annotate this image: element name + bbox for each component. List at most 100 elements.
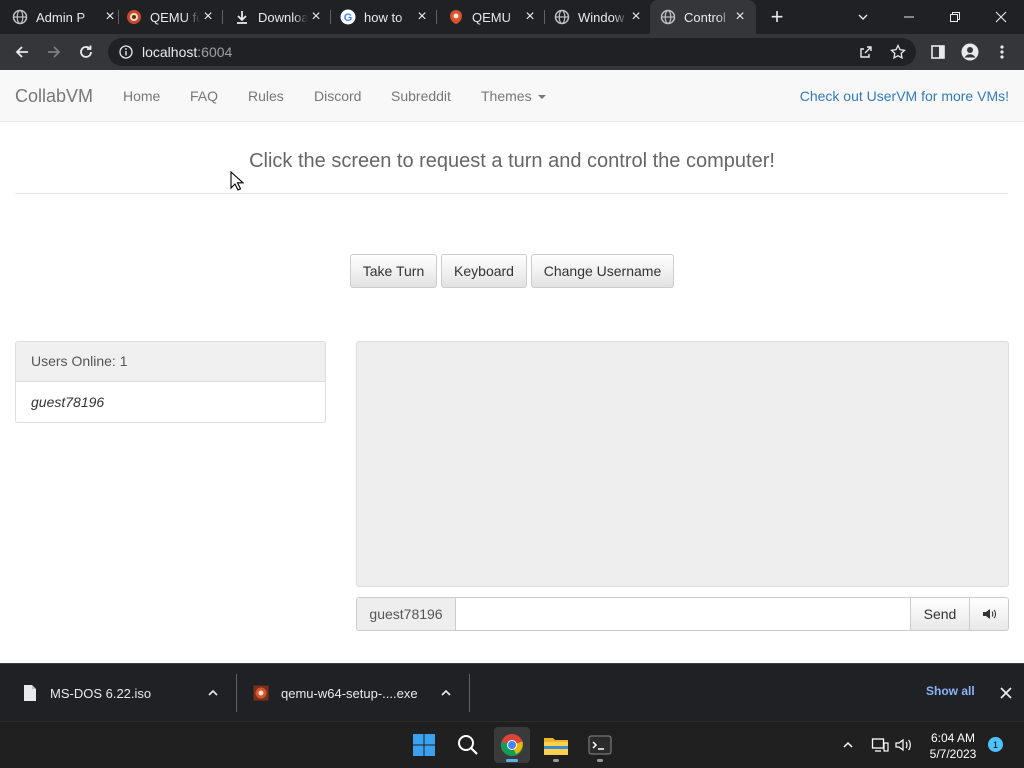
nav-home[interactable]: Home [123,88,160,104]
reload-button[interactable] [72,38,100,66]
qemu-icon [448,9,464,25]
tab-qemu-for[interactable]: QEMU fo × [126,0,216,34]
volume-icon [983,609,996,619]
close-tab-icon[interactable]: × [200,9,216,25]
profile-button[interactable] [956,38,984,66]
close-tab-icon[interactable]: × [102,9,118,25]
tab-separator [544,10,545,24]
vm-screen[interactable] [356,341,1009,587]
volume-button[interactable] [970,597,1009,631]
tab-separator [118,10,119,24]
windows-taskbar: 6:04 AM 5/7/2023 1 [0,721,1024,768]
caret-down-icon [537,95,546,100]
mouse-cursor-icon [230,171,244,191]
tab-separator [330,10,331,24]
close-tab-icon[interactable]: × [522,9,538,25]
change-username-button[interactable]: Change Username [531,254,674,288]
tab-title: QEMU fo [150,9,200,25]
file-explorer-button[interactable] [538,727,574,763]
forward-button[interactable] [40,38,68,66]
download-item-qemu[interactable]: qemu-w64-setup-....exe [253,664,469,722]
volume-icon[interactable] [894,735,914,755]
close-tab-icon[interactable]: × [414,9,430,25]
url-text: localhost:6004 [142,44,232,60]
search-button[interactable] [450,727,486,763]
menu-button[interactable] [988,38,1016,66]
tab-search-button[interactable] [840,0,886,34]
chevron-down-icon [858,14,868,20]
chrome-taskbar-button[interactable] [494,727,530,763]
close-icon [995,11,1007,23]
tab-separator [222,10,223,24]
nav-themes-dropdown[interactable]: Themes [481,88,546,104]
show-all-link[interactable]: Show all [926,684,975,698]
folder-icon [544,738,568,755]
browser-toolbar: localhost:6004 [0,34,1024,70]
notification-badge[interactable]: 1 [988,737,1003,752]
tab-title: Window [578,9,625,25]
uservm-link[interactable]: Check out UserVM for more VMs! [800,88,1009,104]
info-icon[interactable] [118,44,134,60]
nav-faq[interactable]: FAQ [190,88,218,104]
downloads-shelf: MS-DOS 6.22.iso qemu-w64-setup-....exe S… [0,663,1024,721]
close-shelf-icon[interactable] [998,685,1014,701]
start-button[interactable] [406,727,442,763]
user-list-item: guest78196 [31,394,105,410]
nav-subreddit[interactable]: Subreddit [391,88,451,104]
browser-tab-strip: Admin P × QEMU fo × Downloa × G how to ×… [0,0,1024,34]
windows-logo-icon [413,734,435,756]
system-clock[interactable]: 6:04 AM 5/7/2023 [920,730,986,762]
users-online-panel: Users Online: 1 guest78196 [15,341,326,423]
close-tab-icon[interactable]: × [628,9,644,25]
tab-title: Control [684,9,726,25]
minimize-button[interactable] [886,0,932,34]
close-window-button[interactable] [978,0,1024,34]
network-icon[interactable] [870,735,890,755]
divider [15,193,1008,194]
share-icon[interactable] [858,44,874,60]
close-tab-icon[interactable]: × [308,9,324,25]
chat-bar: guest78196 Send [356,597,1009,631]
tab-windows[interactable]: Window × [554,0,644,34]
terminal-button[interactable] [582,727,618,763]
take-turn-button[interactable]: Take Turn [350,254,437,288]
search-icon [458,735,478,755]
tab-control-active[interactable]: Control × [650,0,756,34]
send-button[interactable]: Send [911,597,970,631]
tab-title: Downloa [258,9,308,25]
back-arrow-icon [15,46,28,58]
tab-title: how to [364,9,403,25]
keyboard-button[interactable]: Keyboard [441,254,527,288]
nav-discord[interactable]: Discord [314,88,361,104]
google-icon: G [340,9,356,25]
side-panel-button[interactable] [924,38,952,66]
tab-admin[interactable]: Admin P × [12,0,118,34]
page-headline: Click the screen to request a turn and c… [249,150,775,172]
chevron-up-icon[interactable] [206,686,220,700]
chat-input[interactable] [456,597,911,631]
tab-downloads[interactable]: Downloa × [234,0,324,34]
restore-button[interactable] [932,0,978,34]
download-separator [469,674,470,712]
chat-username: guest78196 [356,597,456,631]
new-tab-button[interactable]: + [766,6,788,28]
file-icon [22,684,38,702]
tab-how-to[interactable]: G how to × [340,0,430,34]
download-icon [234,9,250,25]
download-item-msdos[interactable]: MS-DOS 6.22.iso [22,664,236,722]
globe-icon [660,9,676,25]
brand-link[interactable]: CollabVM [15,86,93,107]
address-bar[interactable]: localhost:6004 [108,38,916,66]
back-button[interactable] [8,38,36,66]
download-filename: qemu-w64-setup-....exe [281,685,418,701]
reload-icon [80,45,92,58]
profile-icon [961,43,979,61]
star-icon[interactable] [890,44,906,60]
chevron-up-icon[interactable] [439,686,453,700]
close-tab-icon[interactable]: × [732,9,748,25]
page-content: CollabVM Home FAQ Rules Discord Subreddi… [0,70,1024,663]
tab-qemu[interactable]: QEMU × [448,0,538,34]
nav-rules[interactable]: Rules [248,88,284,104]
tab-title: QEMU [472,9,511,25]
chevron-up-icon[interactable] [838,735,858,755]
